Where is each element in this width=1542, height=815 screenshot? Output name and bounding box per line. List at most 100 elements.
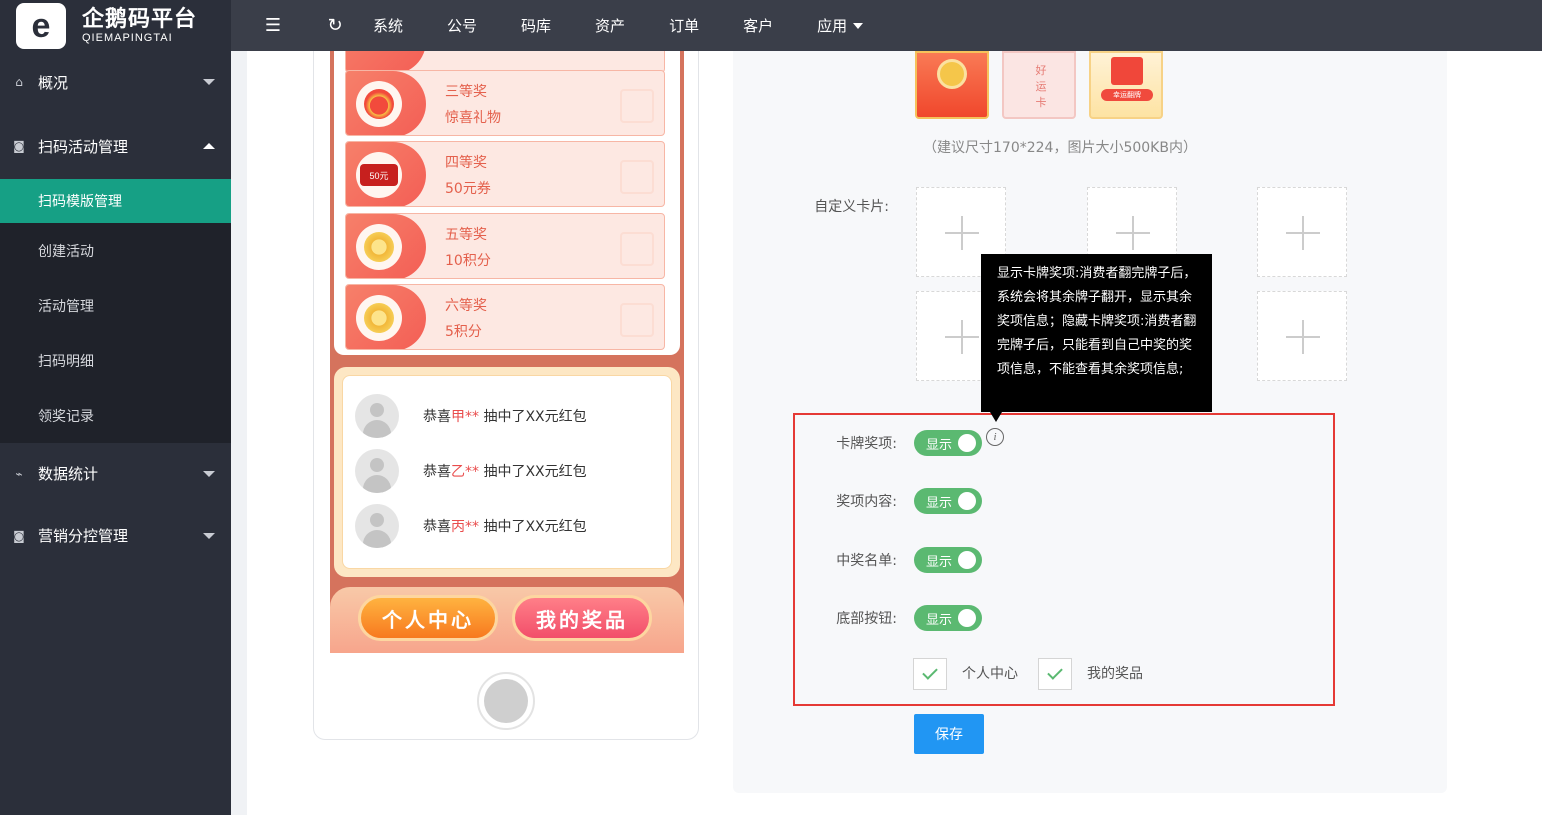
prize-level: 六等奖 xyxy=(445,298,487,314)
sidebar-group-overview[interactable]: ⌂ 概况 xyxy=(0,51,231,113)
gift-outline-icon xyxy=(620,232,654,266)
card-prize-switch[interactable]: 显示 xyxy=(914,430,982,456)
info-icon[interactable]: i xyxy=(986,428,1004,446)
tooltip-arrow xyxy=(990,412,1002,422)
sidebar-item-template-manage[interactable]: 扫码模版管理 xyxy=(0,179,231,223)
gift-outline-icon xyxy=(620,89,654,123)
gift-outline-icon xyxy=(620,303,654,337)
prize-content-switch[interactable]: 显示 xyxy=(914,488,982,514)
top-menu-system[interactable]: 系统 xyxy=(373,15,447,36)
my-prizes-checkbox-label: 我的奖品 xyxy=(1087,666,1143,682)
avatar xyxy=(355,394,399,438)
prize-item: 三等奖 惊喜礼物 xyxy=(345,70,665,136)
prize-level: 五等奖 xyxy=(445,227,487,243)
avatar xyxy=(355,449,399,493)
chevron-down-icon xyxy=(203,470,215,477)
brand-logo[interactable]: e 企鹅码平台 QIEMAPINGTAI xyxy=(0,0,231,51)
prize-level: 三等奖 xyxy=(445,84,487,100)
home-icon: ⌂ xyxy=(15,75,23,89)
list-item: 恭喜丙** 抽中了XX元红包 xyxy=(355,504,587,548)
personal-center-checkbox[interactable] xyxy=(913,658,947,690)
sidebar-group-label: 扫码活动管理 xyxy=(38,137,129,156)
prize-desc: 5积分 xyxy=(445,324,482,340)
phone-preview: 三等奖 惊喜礼物 50元 四等奖 50元券 五等奖 10积分 六等奖 5积分 恭… xyxy=(313,51,699,740)
sidebar-group-risk-control[interactable]: ◙ 营销分控管理 xyxy=(0,504,231,567)
winners-list: 恭喜甲** 抽中了XX元红包 恭喜乙** 抽中了XX元红包 恭喜丙** 抽中了X… xyxy=(334,367,680,577)
prize-desc: 惊喜礼物 xyxy=(445,110,501,126)
personal-center-button[interactable]: 个人中心 xyxy=(358,595,498,641)
logo-icon: e xyxy=(16,2,66,49)
camera-icon: ◙ xyxy=(13,139,25,153)
check-icon xyxy=(922,664,938,680)
prize-content-label: 奖项内容: xyxy=(836,494,897,510)
sidebar-item-create-activity[interactable]: 创建活动 xyxy=(0,223,231,278)
bottom-buttons-switch[interactable]: 显示 xyxy=(914,605,982,631)
top-menu-apps[interactable]: 应用 xyxy=(817,15,893,36)
brand-name-en: QIEMAPINGTAI xyxy=(82,31,173,44)
card-template-3[interactable]: 幸运翻牌 xyxy=(1089,51,1163,119)
sidebar-group-label: 概况 xyxy=(38,73,69,92)
list-item: 恭喜甲** 抽中了XX元红包 xyxy=(355,394,587,438)
coupon-icon: 50元 xyxy=(356,152,402,198)
settings-panel: 好运卡 幸运翻牌 （建议尺寸170*224，图片大小500KB内） 自定义卡片:… xyxy=(733,51,1447,793)
chevron-down-icon xyxy=(203,79,215,85)
card-template-1[interactable] xyxy=(915,51,989,119)
top-menu-account[interactable]: 公号 xyxy=(447,15,521,36)
my-prizes-checkbox[interactable] xyxy=(1038,658,1072,690)
top-menu-customers[interactable]: 客户 xyxy=(743,15,817,36)
sidebar-group-scan-activity[interactable]: ◙ 扫码活动管理 xyxy=(0,113,231,179)
list-item: 恭喜乙** 抽中了XX元红包 xyxy=(355,449,587,493)
camera-icon: ◙ xyxy=(13,528,25,543)
check-icon xyxy=(1047,664,1063,680)
my-prizes-button[interactable]: 我的奖品 xyxy=(512,595,652,641)
top-menu-orders[interactable]: 订单 xyxy=(669,15,743,36)
custom-cards-label: 自定义卡片: xyxy=(814,199,889,215)
sidebar-item-scan-detail[interactable]: 扫码明细 xyxy=(0,333,231,388)
top-menu-assets[interactable]: 资产 xyxy=(595,15,669,36)
chevron-down-icon xyxy=(853,22,864,29)
sidebar-group-label: 营销分控管理 xyxy=(38,527,129,545)
sidebar-group-label: 数据统计 xyxy=(38,465,99,483)
upload-card-slot[interactable] xyxy=(1257,291,1347,381)
card-template-2[interactable]: 好运卡 xyxy=(1002,51,1076,119)
phone-home-button xyxy=(477,672,535,730)
personal-center-checkbox-label: 个人中心 xyxy=(962,666,1018,682)
prize-desc: 50元券 xyxy=(445,181,491,197)
prize-list: 三等奖 惊喜礼物 50元 四等奖 50元券 五等奖 10积分 六等奖 5积分 xyxy=(334,51,680,355)
avatar xyxy=(355,504,399,548)
gift-icon xyxy=(1111,57,1143,85)
sidebar-item-activity-manage[interactable]: 活动管理 xyxy=(0,278,231,333)
winners-list-label: 中奖名单: xyxy=(836,553,897,569)
chevron-up-icon xyxy=(203,143,215,149)
sidebar: e 企鹅码平台 QIEMAPINGTAI ⌂ 概况 ◙ 扫码活动管理 扫码模版管… xyxy=(0,0,231,815)
gift-icon xyxy=(356,81,402,127)
coin-icon xyxy=(937,59,967,89)
top-menu: 系统 公号 码库 资产 订单 客户 应用 xyxy=(373,15,893,36)
gift-outline-icon xyxy=(620,160,654,194)
menu-collapse-icon[interactable]: ☰ xyxy=(259,12,287,40)
card-prize-label: 卡牌奖项: xyxy=(836,436,897,452)
top-menu-code-library[interactable]: 码库 xyxy=(521,15,595,36)
coin-icon xyxy=(356,224,402,270)
chevron-down-icon xyxy=(203,532,215,539)
refresh-icon[interactable]: ↻ xyxy=(321,12,349,40)
prize-item: 五等奖 10积分 xyxy=(345,213,665,279)
pulse-icon: ⌁ xyxy=(15,466,23,481)
card-prize-tooltip: 显示卡牌奖项:消费者翻完牌子后，系统会将其余牌子翻开，显示其余奖项信息；隐藏卡牌… xyxy=(981,254,1212,412)
prize-item: 六等奖 5积分 xyxy=(345,284,665,350)
save-button[interactable]: 保存 xyxy=(914,714,984,754)
preview-bottom-buttons: 个人中心 我的奖品 xyxy=(330,587,684,653)
brand-name: 企鹅码平台 xyxy=(82,6,198,32)
top-navbar: ☰ ↻ 系统 公号 码库 资产 订单 客户 应用 xyxy=(231,0,1542,51)
phone-screen[interactable]: 三等奖 惊喜礼物 50元 四等奖 50元券 五等奖 10积分 六等奖 5积分 恭… xyxy=(330,51,684,653)
winners-list-switch[interactable]: 显示 xyxy=(914,547,982,573)
prize-level: 四等奖 xyxy=(445,155,487,171)
sidebar-group-statistics[interactable]: ⌁ 数据统计 xyxy=(0,443,231,504)
sidebar-item-prize-records[interactable]: 领奖记录 xyxy=(0,388,231,443)
prize-item: 50元 四等奖 50元券 xyxy=(345,141,665,207)
size-hint: （建议尺寸170*224，图片大小500KB内） xyxy=(923,140,1197,156)
sidebar-submenu: 扫码模版管理 创建活动 活动管理 扫码明细 领奖记录 xyxy=(0,179,231,443)
coin-icon xyxy=(356,295,402,341)
upload-card-slot[interactable] xyxy=(1257,187,1347,277)
prize-desc: 10积分 xyxy=(445,253,491,269)
